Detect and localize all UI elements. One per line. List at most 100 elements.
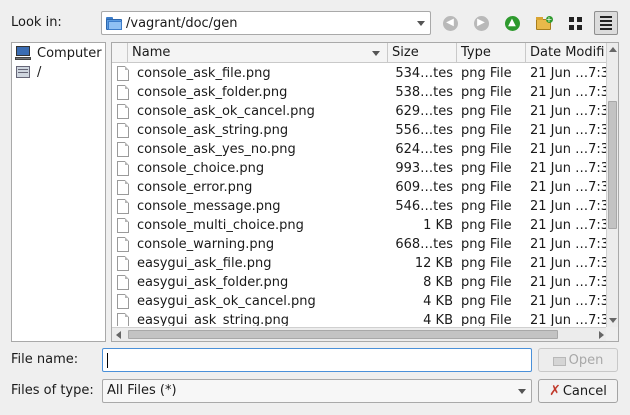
file-date-cell: 21 Jun …7:3 (530, 104, 608, 119)
open-folder-icon (552, 355, 567, 366)
drive-icon (15, 64, 31, 80)
vertical-scroll-thumb[interactable] (608, 101, 617, 229)
file-name-cell: console_message.png (137, 199, 281, 214)
file-type-cell: png File (461, 66, 512, 81)
new-folder-icon: + (535, 15, 553, 31)
file-rows: console_ask_file.png 534…tes png File 21 Ju… (112, 64, 608, 326)
sidebar-item-computer[interactable]: Computer (15, 44, 102, 62)
table-row[interactable]: console_ask_yes_no.png 624…tes png File 21 … (112, 140, 608, 159)
file-name-label: File name: (11, 352, 79, 367)
file-type-cell: png File (461, 256, 512, 271)
parent-dir-button[interactable]: ▲ (500, 11, 524, 35)
file-type-combo[interactable]: All Files (*) (102, 379, 532, 403)
file-size-cell: 609…tes (395, 180, 453, 195)
horizontal-scrollbar[interactable] (112, 327, 608, 341)
scroll-corner (606, 327, 618, 341)
list-view-icon (568, 16, 582, 30)
file-name-cell: console_warning.png (137, 237, 275, 252)
file-name-cell: console_multi_choice.png (137, 218, 304, 233)
file-date-cell: 21 Jun …7:3 (530, 218, 608, 233)
forward-icon: ▶ (473, 15, 489, 31)
file-size-cell: 546…tes (395, 199, 453, 214)
file-icon (117, 142, 129, 157)
file-size-cell: 668…tes (395, 237, 453, 252)
chevron-down-icon (518, 389, 526, 394)
file-date-cell: 21 Jun …7:3 (530, 180, 608, 195)
file-icon (117, 123, 129, 138)
open-button[interactable]: Open (538, 348, 618, 372)
table-row[interactable]: easygui_ask_string.png 4 KB png File 21 Jun… (112, 311, 608, 326)
file-icon (117, 275, 129, 290)
look-in-path: /vagrant/doc/gen (126, 15, 238, 31)
table-row[interactable]: console_message.png 546…tes png File 21 Jun… (112, 197, 608, 216)
file-date-cell: 21 Jun …7:3 (530, 256, 608, 271)
file-date-cell: 21 Jun …7:3 (530, 237, 608, 252)
file-name-cell: console_ask_folder.png (137, 85, 288, 100)
close-icon: ✗ (549, 383, 561, 399)
file-type-cell: png File (461, 199, 512, 214)
table-row[interactable]: console_choice.png 993…tes png File 21 Jun … (112, 159, 608, 178)
sidebar-item-root[interactable]: / (15, 63, 41, 81)
file-name-cell: easygui_ask_folder.png (137, 275, 289, 290)
column-header-type[interactable]: Type (457, 43, 526, 63)
file-size-cell: 12 KB (414, 256, 453, 271)
table-row[interactable]: console_ask_file.png 534…tes png File 21 Ju… (112, 64, 608, 83)
look-in-combo[interactable]: /vagrant/doc/gen (101, 11, 431, 35)
file-size-cell: 993…tes (395, 161, 453, 176)
file-name-cell: console_error.png (137, 180, 253, 195)
file-list[interactable]: Name Size Type Date Modifi console_ask_f… (111, 42, 619, 342)
computer-icon (15, 45, 31, 61)
file-name-cell: console_choice.png (137, 161, 265, 176)
table-row[interactable]: easygui_ask_file.png 12 KB png File 21 Jun … (112, 254, 608, 273)
file-type-cell: png File (461, 180, 512, 195)
file-type-cell: png File (461, 218, 512, 233)
scroll-left-icon (116, 331, 121, 339)
table-row[interactable]: console_ask_string.png 556…tes png File 21 … (112, 121, 608, 140)
file-icon (117, 218, 129, 233)
list-view-button[interactable] (563, 11, 587, 35)
table-row[interactable]: easygui_ask_folder.png 8 KB png File 21 Jun… (112, 273, 608, 292)
file-type-cell: png File (461, 294, 512, 309)
file-size-cell: 629…tes (395, 104, 453, 119)
file-type-cell: png File (461, 142, 512, 157)
file-icon (117, 237, 129, 252)
file-type-cell: png File (461, 104, 512, 119)
column-header-size[interactable]: Size (388, 43, 457, 63)
file-type-cell: png File (461, 275, 512, 290)
file-size-cell: 1 KB (423, 218, 453, 233)
file-icon (117, 256, 129, 271)
new-folder-button[interactable]: + (532, 11, 556, 35)
forward-button[interactable]: ▶ (469, 11, 493, 35)
file-date-cell: 21 Jun …7:3 (530, 66, 608, 81)
file-size-cell: 534…tes (395, 66, 453, 81)
file-name-cell: easygui_ask_file.png (137, 256, 272, 271)
file-icon (117, 161, 129, 176)
file-date-cell: 21 Jun …7:3 (530, 142, 608, 157)
chevron-down-icon (417, 21, 425, 26)
back-icon: ◀ (442, 15, 458, 31)
file-name-input[interactable] (102, 348, 532, 372)
table-row[interactable]: easygui_ask_ok_cancel.png 4 KB png File 21 … (112, 292, 608, 311)
table-row[interactable]: console_multi_choice.png 1 KB png File 21 J… (112, 216, 608, 235)
cancel-button[interactable]: ✗ Cancel (538, 379, 618, 403)
horizontal-scroll-thumb[interactable] (128, 330, 558, 339)
file-type-cell: png File (461, 313, 512, 326)
file-size-cell: 624…tes (395, 142, 453, 157)
table-row[interactable]: console_ask_folder.png 538…tes png File 21 … (112, 83, 608, 102)
back-button[interactable]: ◀ (438, 11, 462, 35)
text-caret (107, 353, 108, 368)
table-row[interactable]: console_error.png 609…tes png File 21 Jun …… (112, 178, 608, 197)
file-name-cell: console_ask_yes_no.png (137, 142, 296, 157)
table-row[interactable]: console_warning.png 668…tes png File 21 Jun… (112, 235, 608, 254)
column-header-date[interactable]: Date Modifi (526, 43, 608, 63)
file-date-cell: 21 Jun …7:3 (530, 123, 608, 138)
detail-view-button[interactable] (594, 11, 618, 35)
column-header-name[interactable]: Name (128, 43, 388, 63)
file-size-cell: 538…tes (395, 85, 453, 100)
file-icon (117, 104, 129, 119)
file-icon (117, 180, 129, 195)
table-row[interactable]: console_ask_ok_cancel.png 629…tes png File… (112, 102, 608, 121)
file-name-cell: console_ask_file.png (137, 66, 271, 81)
vertical-scrollbar[interactable] (606, 43, 618, 327)
file-size-cell: 8 KB (423, 275, 453, 290)
